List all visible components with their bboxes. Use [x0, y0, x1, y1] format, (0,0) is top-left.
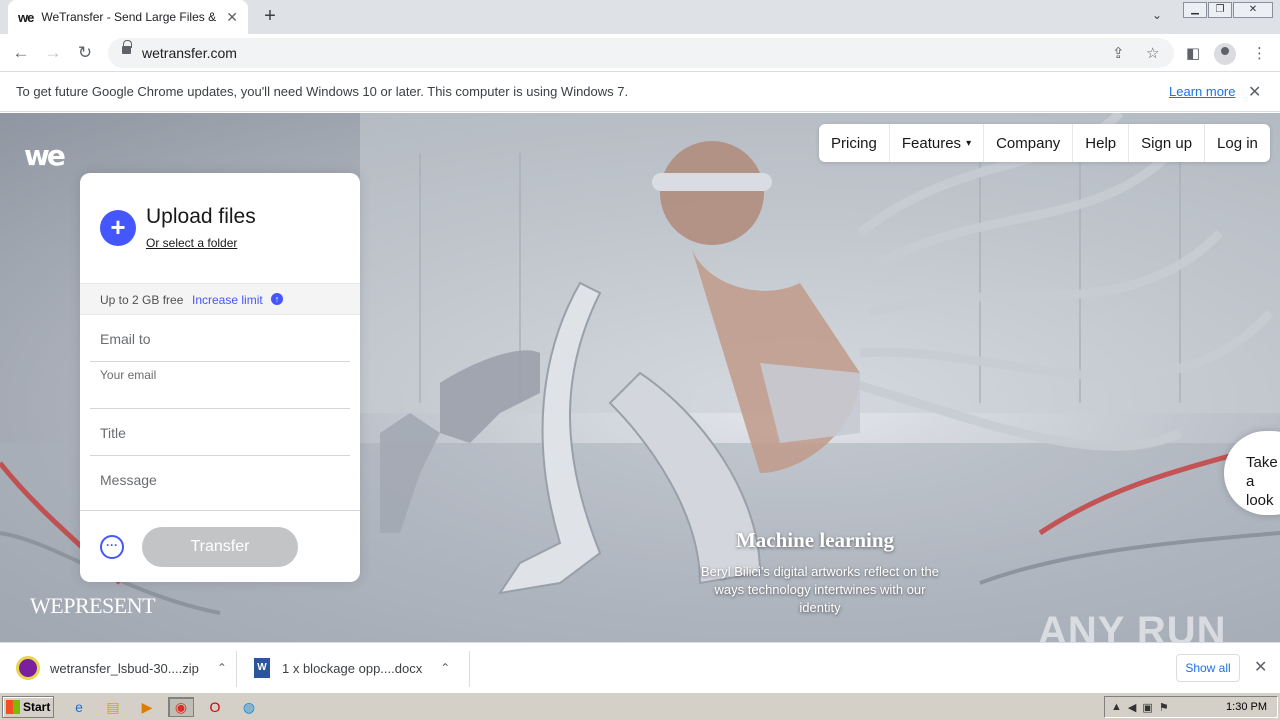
- download-filename: wetransfer_lsbud-30....zip: [50, 660, 199, 676]
- divider: [80, 510, 360, 511]
- reload-icon[interactable]: ↻: [74, 42, 96, 64]
- title-field[interactable]: Title: [90, 409, 350, 456]
- upload-limit-row: Up to 2 GB free Increase limit ↑: [80, 283, 360, 315]
- forward-arrow-icon[interactable]: →: [42, 42, 64, 64]
- chrome-taskbar-icon[interactable]: ◉: [168, 697, 194, 717]
- title-placeholder: Title: [100, 425, 126, 441]
- anyrun-watermark: ANY RUN: [1038, 609, 1227, 642]
- action-center-flag-icon[interactable]: ⚑: [1159, 701, 1169, 714]
- volume-icon[interactable]: ◀: [1128, 701, 1136, 714]
- start-button[interactable]: Start: [2, 696, 54, 718]
- lock-icon[interactable]: [122, 40, 132, 54]
- file-explorer-icon[interactable]: ▤: [102, 697, 124, 717]
- divider: [236, 651, 237, 687]
- transfer-button[interactable]: Transfer: [142, 527, 298, 567]
- email-to-placeholder: Email to: [100, 331, 151, 347]
- system-tray: ▲ ◀ ▣ ⚑ 1:30 PM: [1104, 696, 1278, 718]
- take-a-look-label: Take a look: [1246, 454, 1278, 509]
- close-window-button[interactable]: ✕: [1233, 2, 1273, 18]
- download-filename: 1 x blockage opp....docx: [282, 660, 423, 676]
- tab-search-icon[interactable]: ⌄: [1152, 8, 1162, 22]
- nav-pricing[interactable]: Pricing: [819, 124, 890, 162]
- tab-close-icon[interactable]: ✕: [226, 9, 238, 26]
- your-email-label: Your email: [100, 368, 157, 382]
- clock[interactable]: 1:30 PM: [1226, 701, 1267, 713]
- url-text[interactable]: wetransfer.com: [142, 45, 237, 61]
- infobar-message: To get future Google Chrome updates, you…: [16, 84, 629, 99]
- nav-features-label: Features: [901, 134, 962, 152]
- infobar-close-icon[interactable]: ✕: [1248, 82, 1261, 102]
- download-item-zip[interactable]: wetransfer_lsbud-30....zip ⌃: [16, 643, 227, 693]
- arrow-up-icon[interactable]: ↑: [271, 293, 283, 305]
- winrar-icon: [16, 656, 40, 680]
- site-nav: Pricing Features ▾ Company Help Sign up …: [819, 124, 1270, 162]
- nav-features[interactable]: Features ▾: [890, 124, 985, 162]
- email-to-field[interactable]: Email to: [90, 315, 350, 362]
- bookmark-star-icon[interactable]: ☆: [1146, 44, 1159, 62]
- nav-company[interactable]: Company: [984, 124, 1074, 162]
- wepresent-logo[interactable]: WEPRESENT: [30, 593, 156, 619]
- side-panel-icon[interactable]: ◧: [1186, 44, 1200, 62]
- media-player-icon[interactable]: ▶: [136, 697, 158, 717]
- download-item-docx[interactable]: W 1 x blockage opp....docx ⌃: [254, 643, 450, 693]
- upload-files-title[interactable]: Upload files: [146, 205, 256, 229]
- opera-icon[interactable]: O: [204, 697, 226, 717]
- add-files-plus-icon[interactable]: +: [100, 210, 136, 246]
- limit-text: Up to 2 GB free: [100, 293, 184, 307]
- chrome-menu-icon[interactable]: ⋮: [1252, 44, 1267, 62]
- chrome-update-infobar: To get future Google Chrome updates, you…: [0, 72, 1280, 112]
- nav-login[interactable]: Log in: [1205, 124, 1270, 162]
- network-icon[interactable]: ▣: [1142, 701, 1152, 714]
- download-bar-close-icon[interactable]: ✕: [1254, 657, 1267, 677]
- tab-title: WeTransfer - Send Large Files & Sha: [41, 10, 217, 24]
- start-label: Start: [23, 700, 51, 714]
- browser-toolbar: ← → ↻ wetransfer.com ⇪ ☆ ◧ ⋮: [0, 34, 1280, 72]
- artwork-caption-title[interactable]: Machine learning: [660, 528, 970, 553]
- back-arrow-icon[interactable]: ←: [10, 42, 32, 64]
- tray-expand-icon[interactable]: ▲: [1111, 701, 1122, 713]
- chevron-up-icon[interactable]: ⌃: [217, 661, 227, 675]
- artwork-caption-text[interactable]: Beryl Bilici's digital artworks reflect …: [700, 563, 940, 617]
- nav-signup[interactable]: Sign up: [1129, 124, 1206, 162]
- wetransfer-favicon-icon: we: [18, 9, 34, 25]
- windows-taskbar: Start e ▤ ▶ ◉ O ◍ ▲ ◀ ▣ ⚑ 1:30 PM: [0, 692, 1280, 720]
- learn-more-link[interactable]: Learn more: [1169, 84, 1235, 99]
- browser-tab[interactable]: we WeTransfer - Send Large Files & Sha ✕: [8, 0, 248, 34]
- share-icon[interactable]: ⇪: [1112, 44, 1125, 62]
- address-bar[interactable]: wetransfer.com ⇪ ☆: [108, 38, 1174, 68]
- your-email-field[interactable]: Your email: [90, 362, 350, 409]
- minimize-window-button[interactable]: ▁: [1183, 2, 1207, 18]
- wetransfer-page: we Pricing Features ▾ Company Help Sign …: [0, 113, 1280, 642]
- new-tab-button[interactable]: +: [258, 6, 282, 28]
- show-all-button[interactable]: Show all: [1176, 654, 1240, 682]
- chevron-down-icon: ▾: [966, 137, 972, 149]
- windows-flag-icon: [6, 700, 20, 714]
- nav-help[interactable]: Help: [1073, 124, 1130, 162]
- tab-strip: we WeTransfer - Send Large Files & Sha ✕…: [0, 0, 1280, 34]
- message-field[interactable]: Message: [90, 456, 350, 510]
- restore-window-button[interactable]: ❐: [1208, 2, 1232, 18]
- select-folder-link[interactable]: Or select a folder: [146, 236, 237, 250]
- profile-avatar-icon[interactable]: [1214, 43, 1236, 65]
- message-placeholder: Message: [100, 472, 157, 488]
- wetransfer-logo[interactable]: we: [24, 139, 66, 172]
- internet-explorer-icon[interactable]: e: [68, 697, 90, 717]
- download-bar: wetransfer_lsbud-30....zip ⌃ W 1 x block…: [0, 642, 1280, 692]
- increase-limit-link[interactable]: Increase limit: [192, 293, 263, 307]
- divider: [469, 651, 470, 687]
- word-doc-icon: W: [254, 658, 270, 678]
- edge-icon[interactable]: ◍: [238, 697, 260, 717]
- upload-panel: + Upload files Or select a folder Up to …: [80, 173, 360, 582]
- chevron-up-icon[interactable]: ⌃: [440, 661, 450, 675]
- more-options-icon[interactable]: ···: [100, 535, 124, 559]
